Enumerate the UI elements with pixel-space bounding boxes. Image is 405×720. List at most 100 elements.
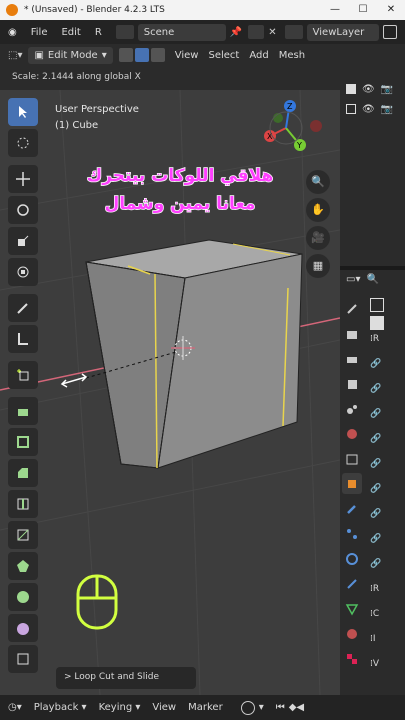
prop-row-link[interactable]: 🔗 [370,559,405,580]
close-button[interactable]: ✕ [377,0,405,20]
menu-marker[interactable]: Marker [188,702,223,713]
viewlayer-selector[interactable]: ViewLayer [306,23,379,41]
jump-start-button[interactable]: ⏮ [276,702,285,713]
search-icon[interactable]: 🔍 [366,274,378,285]
inset-tool[interactable] [8,428,38,456]
edge-select-button[interactable] [134,48,149,62]
editor-type-icon[interactable]: ⬚▾ [8,50,22,61]
poly-build-tool[interactable] [8,552,38,580]
outliner-row-1[interactable]: 👁 📷 [346,84,393,95]
eye-icon[interactable]: 👁 [362,84,375,95]
output-tab[interactable] [342,348,362,369]
material-tab[interactable] [342,623,362,644]
menu-view-timeline[interactable]: View [152,702,176,713]
prop-row-link[interactable]: 🔗 [370,434,405,455]
new-scene-icon[interactable] [248,25,265,39]
timeline-editor-icon[interactable]: ◷▾ [8,702,22,713]
vertex-select-button[interactable] [118,48,133,62]
loop-cut-tool[interactable] [8,490,38,518]
prop-row-link[interactable]: 🔗 [370,409,405,430]
menu-keying[interactable]: Keying ▾ [99,702,141,713]
collection-tab[interactable] [342,448,362,469]
prop-row-r2[interactable]: ⁞R [370,584,405,605]
transform-tool[interactable] [8,258,38,286]
bevel-tool[interactable] [8,459,38,487]
prop-row-icon[interactable] [370,298,384,312]
blender-menu-icon[interactable]: ◉ [8,27,17,38]
copy-viewlayer-icon[interactable] [382,25,397,39]
constraints-tab[interactable] [342,573,362,594]
menu-view[interactable]: View [175,50,199,61]
remove-scene-icon[interactable]: ✕ [268,27,276,38]
record-button[interactable] [240,700,255,715]
spin-tool[interactable] [8,583,38,611]
particles-tab[interactable] [342,523,362,544]
prop-row-link[interactable]: 🔗 [370,384,405,405]
outliner-row-2[interactable]: 👁 📷 [346,104,393,115]
face-select-button[interactable] [150,48,165,62]
prop-row-i[interactable]: ⁞I [370,634,405,655]
chevron-down-icon[interactable]: ▾ [259,702,264,713]
pan-hand-icon[interactable]: ✋ [306,198,330,222]
add-cube-tool[interactable] [8,361,38,389]
editor-type-icon[interactable]: ▭▾ [346,274,360,285]
gizmo-neg-x-axis[interactable] [310,120,322,132]
navigation-gizmo[interactable]: X Y Z [250,98,330,168]
scene-tab[interactable] [342,398,362,419]
prop-row-link[interactable]: 🔗 [370,509,405,530]
rotate-tool[interactable] [8,196,38,224]
prop-row-v[interactable]: ⁞V [370,659,405,680]
camera-view-icon[interactable]: 🎥 [306,226,330,250]
camera-icon[interactable]: 📷 [381,104,393,115]
data-tab[interactable] [342,598,362,619]
tool-tab[interactable] [342,298,362,319]
menu-edit[interactable]: Edit [61,27,80,38]
smooth-tool[interactable] [8,614,38,642]
scene-selector-icon[interactable] [115,25,134,39]
modifiers-tab[interactable] [342,498,362,519]
3d-viewport[interactable]: User Perspective (1) Cube هلاقي اللوكات … [0,90,340,695]
mode-selector[interactable]: ▣ Edit Mode ▾ [28,46,113,64]
prop-row-link[interactable]: 🔗 [370,534,405,555]
cursor-tool[interactable] [8,129,38,157]
prop-row-r[interactable]: ⁞R [370,334,405,355]
minimize-button[interactable]: — [321,0,349,20]
last-operator-panel[interactable]: > Loop Cut and Slide [56,667,196,689]
physics-tab[interactable] [342,548,362,569]
prop-row-c[interactable]: ⁞C [370,609,405,630]
prop-row-link[interactable]: 🔗 [370,359,405,380]
menu-select[interactable]: Select [208,50,239,61]
scene-selector[interactable]: Scene [137,23,226,41]
measure-tool[interactable] [8,325,38,353]
menu-add[interactable]: Add [249,50,268,61]
select-box-tool[interactable] [8,98,38,126]
keyframe-prev-button[interactable]: ◆◀ [289,702,304,713]
menu-mesh[interactable]: Mesh [279,50,305,61]
world-tab[interactable] [342,423,362,444]
move-tool[interactable] [8,165,38,193]
view-layer-tab[interactable] [342,373,362,394]
prop-row-link[interactable]: 🔗 [370,459,405,480]
menu-file[interactable]: File [31,27,48,38]
zoom-icon[interactable]: 🔍 [306,170,330,194]
scale-tool[interactable] [8,227,38,255]
viewlayer-selector-icon[interactable] [284,25,303,39]
perspective-grid-icon[interactable]: ▦ [306,254,330,278]
camera-icon[interactable]: 📷 [381,84,393,95]
render-tab[interactable] [342,323,362,344]
maximize-button[interactable]: ☐ [349,0,377,20]
prop-row-object-icon[interactable] [370,316,384,330]
eye-icon[interactable]: 👁 [362,104,375,115]
annotate-tool[interactable] [8,294,38,322]
prop-row-link[interactable]: 🔗 [370,484,405,505]
menu-playback[interactable]: Playback ▾ [34,702,87,713]
extrude-tool[interactable] [8,397,38,425]
object-tab[interactable] [342,473,362,494]
pin-icon[interactable]: 📌 [230,27,242,38]
checkbox-icon[interactable] [346,84,356,94]
menu-render[interactable]: R [95,27,102,38]
knife-tool[interactable] [8,521,38,549]
physics-icon [346,552,358,565]
edge-slide-tool[interactable] [8,645,38,673]
texture-tab[interactable] [342,648,362,669]
